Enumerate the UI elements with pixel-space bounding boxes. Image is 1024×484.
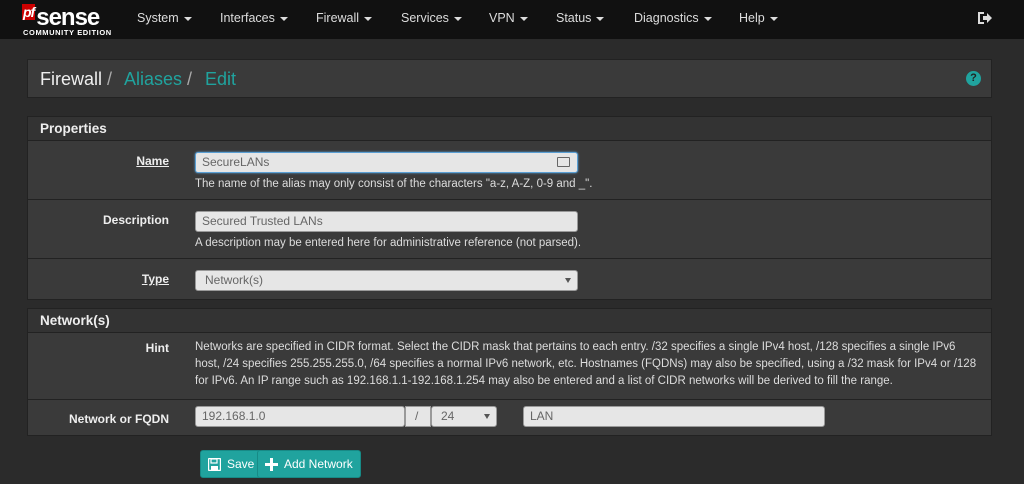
- plus-icon: [265, 457, 278, 471]
- caret-down-icon: [519, 16, 528, 21]
- panel-title-networks: Network(s): [28, 309, 991, 333]
- name-row: Name SecureLANs The name of the alias ma…: [28, 141, 991, 200]
- logo-sense: sense: [36, 4, 100, 31]
- network-entry-row: Network or FQDN 192.168.1.0 / 24 LAN: [28, 400, 991, 435]
- menu-status[interactable]: Status: [556, 11, 605, 25]
- menu-label: Firewall: [316, 11, 360, 25]
- network-fqdn-label: Network or FQDN: [68, 412, 169, 426]
- menu-label: Services: [401, 11, 449, 25]
- type-label: Type: [141, 272, 169, 286]
- caret-down-icon: [703, 16, 712, 21]
- caret-down-icon: [364, 16, 373, 21]
- menu-label: VPN: [489, 11, 515, 25]
- menu-label: Status: [556, 11, 592, 25]
- caret-down-icon: [183, 16, 192, 21]
- caret-down-icon: [769, 16, 778, 21]
- menu-interfaces[interactable]: Interfaces: [220, 11, 288, 25]
- menu-system[interactable]: System: [137, 11, 192, 25]
- properties-panel: Properties Name SecureLANs The name of t…: [27, 116, 992, 300]
- network-address-value: 192.168.1.0: [202, 409, 266, 423]
- panel-title-properties: Properties: [28, 117, 991, 141]
- cidr-mask-value: 24: [441, 409, 455, 423]
- select-caret-icon: [565, 278, 571, 283]
- hint-row: Hint Networks are specified in CIDR form…: [28, 333, 991, 400]
- network-address-input[interactable]: 192.168.1.0: [195, 406, 405, 427]
- breadcrumb-label: Aliases: [124, 69, 183, 89]
- hint-text: Networks are specified in CIDR format. S…: [195, 341, 977, 387]
- menu-label: Diagnostics: [634, 11, 699, 25]
- add-network-button[interactable]: Add Network: [257, 450, 361, 478]
- type-select[interactable]: Network(s): [195, 270, 578, 291]
- menu-firewall[interactable]: Firewall: [316, 11, 373, 25]
- breadcrumb-edit[interactable]: Edit: [205, 69, 236, 90]
- caret-down-icon: [279, 16, 288, 21]
- pfsense-logo[interactable]: pfsense COMMUNITY EDITION: [22, 4, 114, 37]
- type-value: Network(s): [205, 273, 264, 287]
- breadcrumb-separator: /: [107, 69, 113, 89]
- menu-label: Help: [739, 11, 765, 25]
- type-row: Type Network(s): [28, 259, 991, 299]
- logo-edition: COMMUNITY EDITION: [23, 28, 112, 37]
- name-label: Name: [136, 154, 169, 168]
- menu-diagnostics[interactable]: Diagnostics: [634, 11, 712, 25]
- add-network-label: Add Network: [284, 457, 353, 471]
- select-caret-icon: [484, 414, 490, 419]
- networks-panel: Network(s) Hint Networks are specified i…: [27, 308, 992, 436]
- caret-down-icon: [453, 16, 462, 21]
- description-row: Description Secured Trusted LANs A descr…: [28, 200, 991, 259]
- menu-vpn[interactable]: VPN: [489, 11, 528, 25]
- save-icon: [208, 457, 221, 471]
- description-value: Secured Trusted LANs: [202, 214, 323, 228]
- save-label: Save: [227, 457, 255, 471]
- top-navbar: pfsense COMMUNITY EDITION System Interfa…: [0, 0, 1024, 39]
- description-help-text: A description may be entered here for ad…: [195, 237, 582, 249]
- breadcrumb: Firewall / Aliases / Edit ?: [27, 59, 992, 98]
- hint-label: Hint: [145, 341, 169, 355]
- description-label: Description: [102, 213, 169, 227]
- logo-pf: pf: [22, 4, 35, 20]
- breadcrumb-aliases[interactable]: Aliases /: [124, 69, 192, 90]
- name-help-text: The name of the alias may only consist o…: [195, 178, 593, 190]
- menu-label: System: [137, 11, 179, 25]
- menu-services[interactable]: Services: [401, 11, 462, 25]
- help-icon[interactable]: ?: [966, 71, 981, 86]
- cidr-mask-select[interactable]: 24: [431, 406, 497, 427]
- name-input[interactable]: SecureLANs: [195, 152, 578, 173]
- save-button[interactable]: Save: [200, 450, 263, 478]
- description-input[interactable]: Secured Trusted LANs: [195, 211, 578, 232]
- network-description-input[interactable]: LAN: [523, 406, 825, 427]
- menu-help[interactable]: Help: [739, 11, 778, 25]
- name-value: SecureLANs: [202, 155, 270, 169]
- menu-label: Interfaces: [220, 11, 275, 25]
- cidr-slash: /: [405, 406, 431, 427]
- logout-icon[interactable]: [977, 11, 993, 25]
- breadcrumb-separator: /: [187, 69, 193, 89]
- network-description-value: LAN: [530, 409, 554, 423]
- contact-card-icon: [557, 157, 570, 167]
- caret-down-icon: [596, 16, 605, 21]
- breadcrumb-firewall: Firewall /: [40, 69, 112, 90]
- breadcrumb-label: Firewall: [40, 69, 103, 89]
